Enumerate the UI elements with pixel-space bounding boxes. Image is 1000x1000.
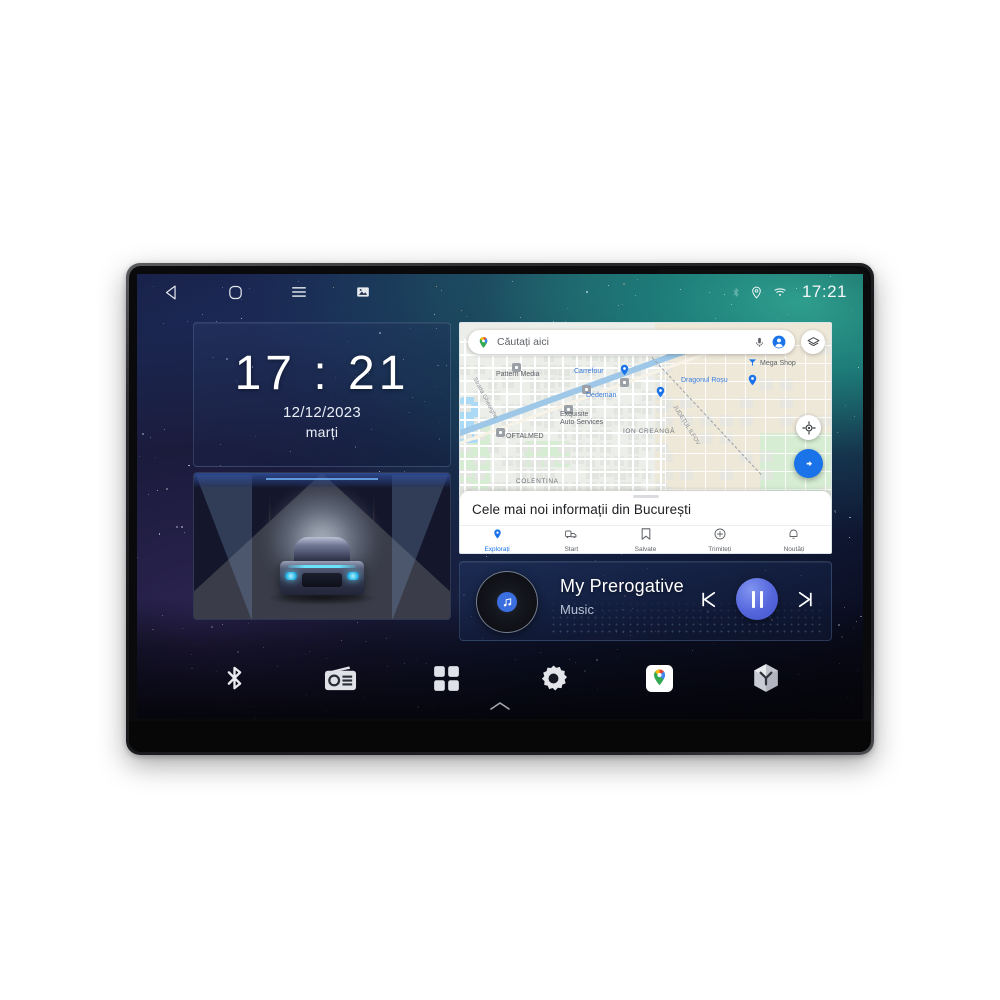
bottom-bezel: [129, 721, 871, 752]
widget-header-bar: [194, 473, 450, 487]
screenshot-button[interactable]: [351, 280, 375, 304]
car-light-bar: [288, 565, 356, 568]
map-tab-label: Salvate: [634, 545, 657, 553]
car-grille: [302, 573, 342, 587]
dock-item-bluetooth[interactable]: [212, 656, 256, 700]
radio-icon: [324, 665, 357, 690]
music-note-icon: [497, 592, 517, 612]
map-poi-pin: [656, 385, 665, 398]
clock-date: 12/12/2023: [282, 403, 362, 421]
map-label: ION CREANGĂ: [623, 428, 676, 435]
map-tab-label: Noutăți: [783, 545, 805, 553]
wifi-icon: [772, 285, 788, 299]
play-pause-button[interactable]: [736, 578, 778, 620]
status-bar-clock: 17:21: [801, 282, 847, 301]
map-search-input[interactable]: Căutați aici: [497, 336, 747, 348]
car-animation-widget[interactable]: [193, 472, 451, 620]
dock-item-navigation[interactable]: [744, 656, 788, 700]
bell-icon: [788, 527, 799, 545]
location-pin-icon: [750, 285, 763, 300]
map-poi-pin: [748, 373, 757, 386]
car-body: [280, 561, 364, 595]
device-inner-bezel: 17:21 17 : 21 12/12/2023 marți Pattern M…: [129, 266, 871, 752]
album-art-vinyl: [476, 571, 538, 633]
back-button[interactable]: [159, 280, 183, 304]
map-tab-0[interactable]: Explorați: [460, 527, 534, 553]
bookmark-icon: [641, 527, 651, 545]
clock-weekday: marți: [305, 423, 339, 440]
map-label: Pattern Media: [496, 371, 540, 378]
map-label: OFTALMED: [506, 433, 544, 440]
google-maps-icon: [645, 664, 673, 692]
car-headlight-left: [285, 572, 297, 580]
location-pin-icon: [492, 527, 503, 545]
road-rail-right: [392, 475, 448, 619]
map-label: COLENTINA: [516, 478, 559, 485]
car-illustration: [280, 537, 364, 599]
map-sheet-title: Cele mai noi informații din București: [472, 502, 692, 517]
road-rail-left: [196, 475, 252, 619]
map-poi-pin: [620, 363, 629, 376]
map-poi-marker: [496, 428, 505, 437]
bluetooth-icon: [227, 666, 241, 690]
pause-icon: [751, 590, 763, 608]
map-search-bar[interactable]: Căutați aici: [468, 330, 795, 354]
navigation-buttons: [159, 280, 375, 304]
map-locate-button[interactable]: [796, 415, 821, 440]
map-tab-3[interactable]: Trimiteți: [683, 527, 757, 553]
head-unit-device-frame: 17:21 17 : 21 12/12/2023 marți Pattern M…: [126, 263, 874, 755]
map-poi-marker: [620, 378, 629, 387]
commute-icon: [564, 527, 578, 545]
map-tab-label: Explorați: [484, 545, 510, 553]
google-maps-widget[interactable]: Pattern Media Carrefour Dedeman Exquisite Au…: [459, 322, 832, 554]
map-label: Mega Shop: [760, 360, 796, 367]
clock-time: 17 : 21: [234, 347, 410, 401]
bluetooth-icon: [731, 285, 741, 300]
map-shop-icon: [748, 354, 757, 372]
status-bar: 17:21: [137, 274, 863, 310]
map-label: Auto Services: [560, 419, 604, 426]
cube-y-icon: [754, 664, 778, 692]
menu-button[interactable]: [287, 280, 311, 304]
next-track-button[interactable]: [794, 588, 817, 611]
map-tab-2[interactable]: Salvate: [608, 527, 682, 553]
dock-item-radio[interactable]: [318, 656, 362, 700]
music-player-widget[interactable]: My Prerogative Music: [459, 561, 832, 641]
dock-item-apps[interactable]: [425, 656, 469, 700]
previous-track-button[interactable]: [697, 588, 720, 611]
map-tab-4[interactable]: Noutăți: [757, 527, 831, 553]
car-headlight-right: [347, 572, 359, 580]
track-subtitle: Music: [560, 602, 594, 617]
map-tab-label: Start: [564, 545, 579, 553]
screen: 17:21 17 : 21 12/12/2023 marți Pattern M…: [137, 274, 863, 719]
map-label: Exquisite: [560, 411, 589, 418]
music-transport-controls: [697, 578, 817, 620]
map-label: Dragonul Roșu: [681, 377, 728, 384]
microphone-icon[interactable]: [754, 336, 765, 349]
google-maps-pin-icon: [479, 336, 488, 348]
map-bottom-tabs: Explorați Start Salvate Trimiteți Noutăți: [460, 525, 831, 553]
status-icons: 17:21: [731, 282, 847, 302]
apps-grid-icon: [434, 665, 460, 691]
dock-item-settings[interactable]: [531, 656, 575, 700]
gear-icon: [541, 664, 567, 690]
map-tab-1[interactable]: Start: [534, 527, 608, 553]
plus-circle-icon: [714, 527, 726, 545]
map-layers-button[interactable]: [801, 330, 825, 354]
clock-widget[interactable]: 17 : 21 12/12/2023 marți: [193, 322, 451, 467]
dock-item-maps[interactable]: [637, 656, 681, 700]
map-label: Dedeman: [586, 392, 617, 399]
account-circle-icon[interactable]: [772, 335, 786, 349]
home-indicator-chevron-up-icon[interactable]: [489, 698, 511, 716]
track-title: My Prerogative: [560, 576, 684, 596]
map-tab-label: Trimiteți: [708, 545, 732, 553]
map-directions-button[interactable]: [794, 449, 823, 478]
map-label: Carrefour: [574, 368, 604, 375]
home-button[interactable]: [223, 280, 247, 304]
map-bottom-sheet[interactable]: Cele mai noi informații din București Ex…: [460, 491, 831, 553]
